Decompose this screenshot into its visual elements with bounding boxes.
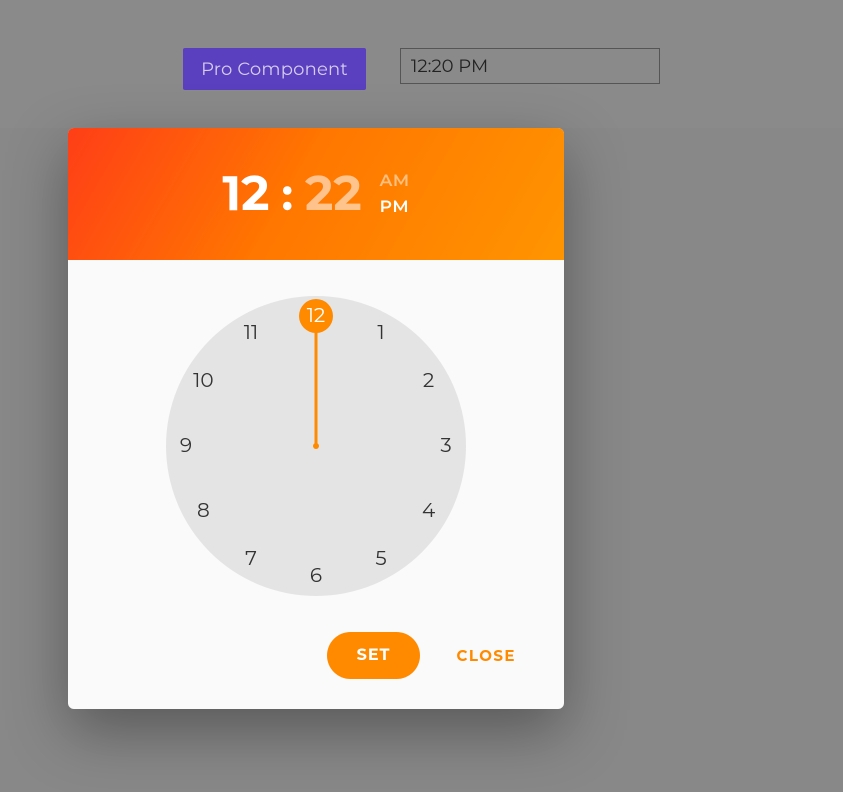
clock-hour-12[interactable]: 12	[299, 299, 333, 333]
close-button[interactable]: CLOSE	[456, 646, 516, 665]
set-button[interactable]: SET	[327, 632, 421, 679]
clock-hour-7[interactable]: 7	[234, 542, 268, 576]
clock-hour-9[interactable]: 9	[169, 429, 203, 463]
clock-container: 12 12 3 45678 9 10 11	[68, 260, 564, 618]
clock-hour-1[interactable]: 1	[364, 316, 398, 350]
am-option[interactable]: AM	[380, 171, 410, 191]
clock-hour-10[interactable]: 10	[186, 364, 220, 398]
clock-face[interactable]: 12 12 3 45678 9 10 11	[166, 296, 466, 596]
clock-hour-6[interactable]: 6	[299, 559, 333, 593]
clock-hour-8[interactable]: 8	[186, 494, 220, 528]
clock-hour-11[interactable]: 11	[234, 316, 268, 350]
top-bar: Pro Component	[0, 0, 843, 128]
time-display: 12 : 22	[222, 165, 361, 223]
clock-hour-4[interactable]: 4	[412, 494, 446, 528]
time-picker-dialog: 12 : 22 AM PM 12 12 3 45678 9 10 11 SET CLOSE	[68, 128, 564, 709]
pm-option[interactable]: PM	[380, 197, 410, 217]
clock-hour-5[interactable]: 5	[364, 542, 398, 576]
time-input[interactable]	[400, 48, 660, 84]
clock-center-dot	[313, 443, 319, 449]
clock-hour-2[interactable]: 2	[412, 364, 446, 398]
time-colon: :	[282, 168, 294, 222]
meridiem-toggle: AM PM	[380, 171, 410, 217]
picker-header: 12 : 22 AM PM	[68, 128, 564, 260]
picker-actions: SET CLOSE	[68, 618, 564, 709]
hour-display[interactable]: 12	[222, 165, 269, 223]
pro-component-badge: Pro Component	[183, 48, 366, 90]
clock-hand	[315, 316, 318, 446]
minute-display[interactable]: 22	[305, 165, 362, 223]
clock-hour-3[interactable]: 3	[429, 429, 463, 463]
